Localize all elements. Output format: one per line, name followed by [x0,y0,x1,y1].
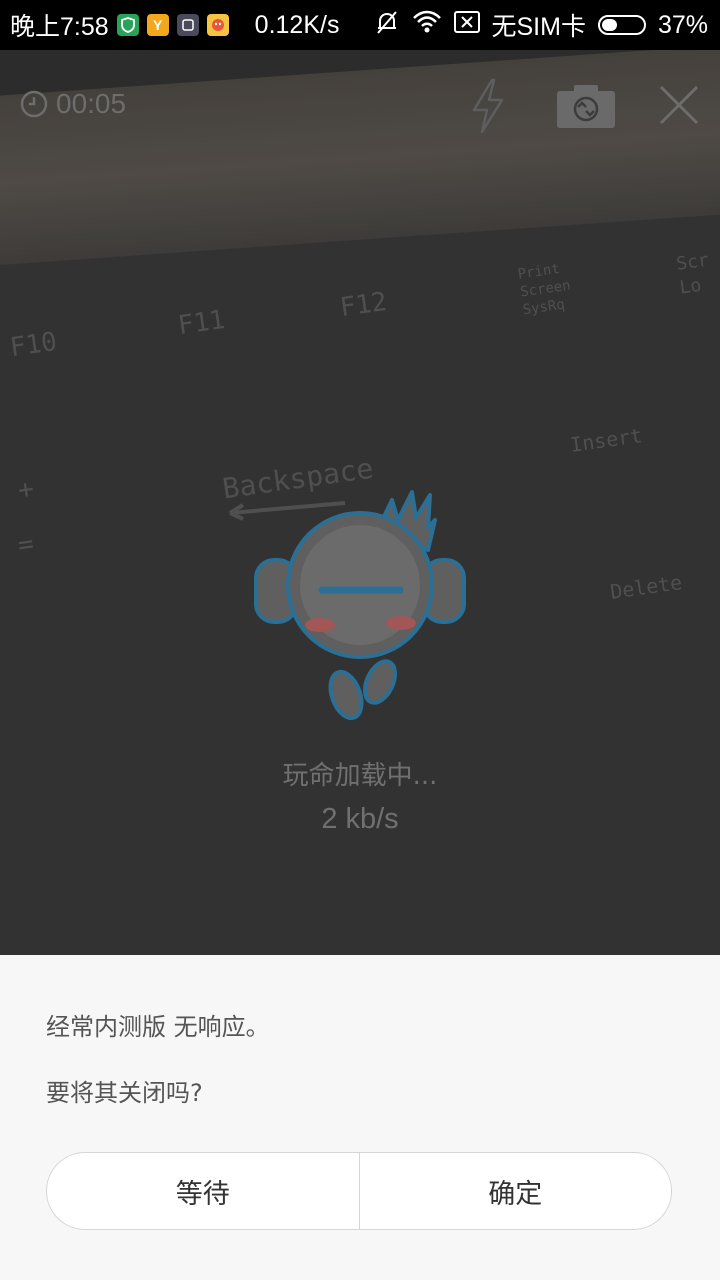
switch-camera-icon [557,85,615,128]
battery-icon [597,15,646,35]
not-responding-dialog: 经常内测版 无响应。 要将其关闭吗? 等待 确定 [0,955,720,1280]
mute-bell-icon [374,9,400,42]
game-app-icon [206,14,229,36]
recording-timer: 00:05 [20,88,126,120]
camera-preview: F10 F11 F12 Print Screen SysRq Scr Lo Ba… [0,50,720,955]
apps-icon [176,14,199,36]
shield-app-icon [116,14,139,36]
dialog-message: 经常内测版 无响应。 [46,1013,270,1041]
dialog-button-group: 等待 确定 [46,1152,672,1230]
battery-percent: 37% [657,10,708,39]
close-icon [659,85,699,125]
y-app-icon: Y [146,14,169,36]
dialog-question: 要将其关闭吗? [46,1079,203,1107]
clock-icon [20,90,48,118]
timer-text: 00:05 [56,88,127,119]
flash-button[interactable] [468,78,508,138]
wait-button[interactable]: 等待 [47,1153,359,1229]
status-bar: 晚上7:58 Y 0.12K/s 无SIM卡 37% [0,0,720,50]
flash-icon [472,78,504,134]
network-speed: 0.12K/s [254,10,340,39]
switch-camera-button[interactable] [556,83,616,133]
ok-button[interactable]: 确定 [358,1153,672,1229]
download-speed: 2 kb/s [321,803,399,835]
status-time: 晚上7:58 [10,13,109,41]
loading-text: 玩命加载中... [282,761,438,791]
no-sim-icon [453,10,480,40]
camera-toolbar: 00:05 [0,50,720,160]
loading-mascot [250,490,470,729]
sim-status: 无SIM卡 [491,13,586,41]
wifi-icon [412,10,442,41]
close-button[interactable] [658,84,700,130]
